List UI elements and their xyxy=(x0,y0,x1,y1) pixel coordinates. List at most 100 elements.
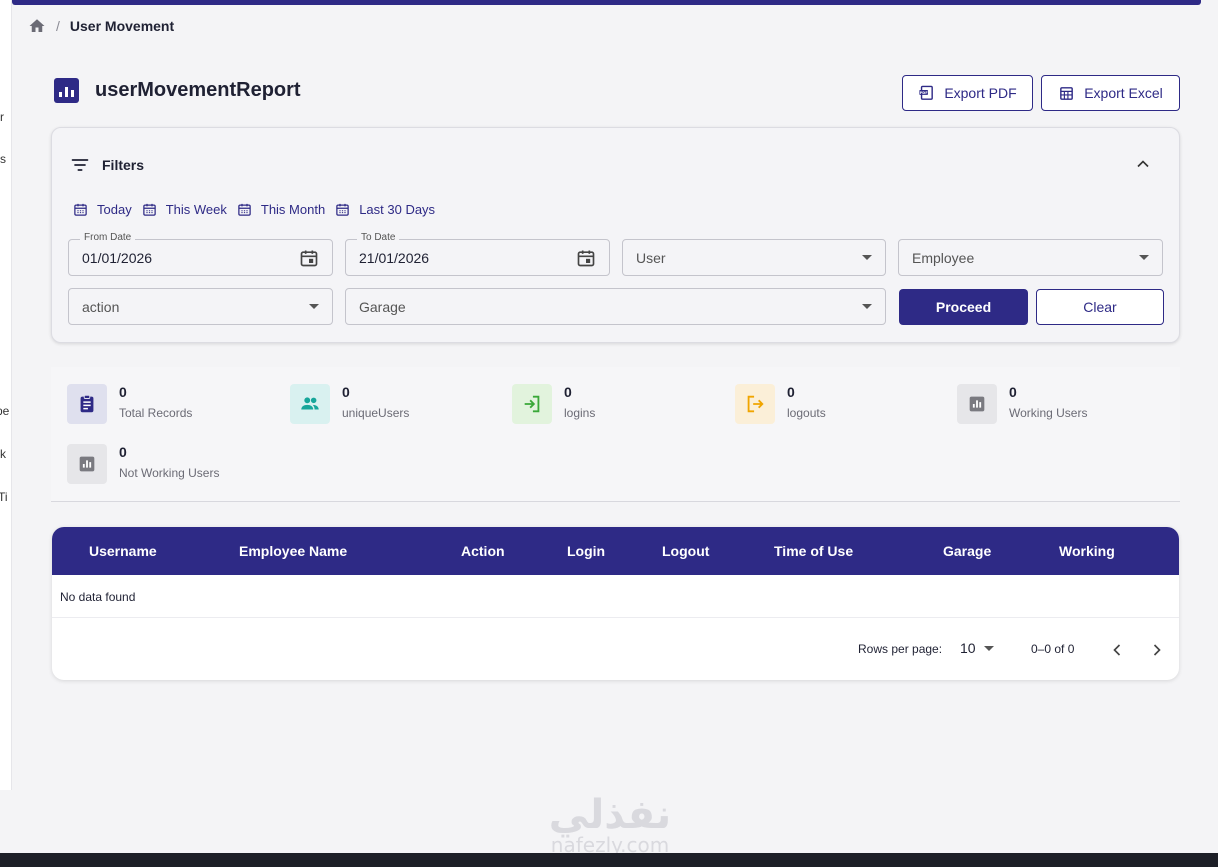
employee-select-placeholder: Employee xyxy=(912,249,975,266)
quick-range-label: Today xyxy=(97,202,132,217)
filters-title: Filters xyxy=(102,157,145,173)
empty-state-text: No data found xyxy=(60,590,136,604)
movement-table: Username Employee Name Action Login Logo… xyxy=(52,527,1179,680)
column-header-time-of-use[interactable]: Time of Use xyxy=(774,543,853,559)
sidebar-fragment[interactable]: rk xyxy=(0,447,6,461)
sidebar-fragment[interactable]: r xyxy=(0,110,4,124)
stat-total-records: 0 Total Records xyxy=(67,384,192,424)
quick-range-label: This Week xyxy=(165,202,227,217)
report-chart-icon xyxy=(54,78,79,103)
from-date-label: From Date xyxy=(80,232,136,243)
stat-working-users: 0 Working Users xyxy=(957,384,1087,424)
action-select-placeholder: action xyxy=(82,298,120,315)
sidebar-fragment[interactable]: pe xyxy=(0,404,9,418)
column-header-employee-name[interactable]: Employee Name xyxy=(239,543,347,559)
clipboard-icon xyxy=(67,384,107,424)
pdf-file-icon: PDF xyxy=(919,85,934,100)
chevron-right-icon[interactable] xyxy=(1147,640,1167,660)
rows-per-page-select[interactable]: 10 xyxy=(960,640,994,656)
column-header-garage[interactable]: Garage xyxy=(943,543,991,559)
quick-range-label: This Month xyxy=(260,202,326,217)
table-divider xyxy=(52,617,1179,618)
quick-range-label: Last 30 Days xyxy=(359,202,436,217)
logout-icon xyxy=(735,384,775,424)
quick-date-ranges: Today This Week This Month Last 30 Days xyxy=(73,202,435,217)
dropdown-arrow-icon xyxy=(862,304,872,309)
stat-value: 0 xyxy=(1009,384,1017,400)
stat-value: 0 xyxy=(119,384,127,400)
to-date-value: 21/01/2026 xyxy=(359,249,430,266)
stat-label: logins xyxy=(564,406,596,420)
calendar-icon xyxy=(238,203,251,216)
stat-not-working-users: 0 Not Working Users xyxy=(67,444,219,484)
top-accent-bar xyxy=(12,0,1201,5)
stat-label: logouts xyxy=(787,406,826,420)
stat-label: uniqueUsers xyxy=(342,406,410,420)
breadcrumb-current: User Movement xyxy=(69,18,175,34)
quick-range-today[interactable]: Today xyxy=(73,202,132,217)
dropdown-arrow-icon xyxy=(983,645,994,651)
calendar-icon xyxy=(336,203,349,216)
login-icon xyxy=(512,384,552,424)
calendar-icon xyxy=(74,203,87,216)
column-header-action[interactable]: Action xyxy=(461,543,505,559)
sidebar-fragment[interactable]: s xyxy=(0,152,6,166)
to-date-label: To Date xyxy=(357,232,400,243)
stat-logouts: 0 logouts xyxy=(735,384,826,424)
calendar-icon[interactable] xyxy=(576,248,596,268)
stat-unique-users: 0 uniqueUsers xyxy=(290,384,409,424)
export-excel-button[interactable]: Export Excel xyxy=(1041,75,1180,111)
column-header-username[interactable]: Username xyxy=(89,543,157,559)
bar-chart-icon xyxy=(957,384,997,424)
filters-panel: Filters Today This Week This Month Last … xyxy=(51,127,1180,343)
pagination-range: 0–0 of 0 xyxy=(1031,642,1075,656)
garage-select[interactable]: Garage xyxy=(345,288,886,325)
table-header: Username Employee Name Action Login Logo… xyxy=(52,527,1179,575)
user-select-placeholder: User xyxy=(636,249,666,266)
sidebar-fragment[interactable]: Ti xyxy=(0,490,8,504)
calendar-icon[interactable] xyxy=(299,248,319,268)
stat-logins: 0 logins xyxy=(512,384,595,424)
calendar-icon xyxy=(142,203,156,216)
action-select[interactable]: action xyxy=(68,288,333,325)
to-date-field[interactable]: To Date 21/01/2026 xyxy=(345,232,610,276)
stat-value: 0 xyxy=(787,384,795,400)
filters-header[interactable]: Filters xyxy=(70,155,144,175)
stat-label: Total Records xyxy=(119,406,193,420)
column-header-logout[interactable]: Logout xyxy=(662,543,709,559)
svg-text:PDF: PDF xyxy=(920,90,929,94)
from-date-field[interactable]: From Date 01/01/2026 xyxy=(68,232,333,276)
stat-value: 0 xyxy=(342,384,350,400)
rows-per-page-label: Rows per page: xyxy=(858,642,943,656)
quick-range-last-30-days[interactable]: Last 30 Days xyxy=(335,202,435,217)
dropdown-arrow-icon xyxy=(1139,255,1149,260)
dropdown-arrow-icon xyxy=(862,255,872,260)
export-excel-label: Export Excel xyxy=(1084,85,1163,101)
watermark: نفذلي nafezly.com xyxy=(530,790,690,856)
chevron-up-icon[interactable] xyxy=(1133,154,1153,174)
spreadsheet-icon xyxy=(1060,86,1074,100)
page-header: userMovementReport xyxy=(54,78,301,103)
filter-list-icon xyxy=(71,159,89,171)
export-pdf-button[interactable]: PDF Export PDF xyxy=(902,75,1033,111)
export-pdf-label: Export PDF xyxy=(944,85,1017,101)
stat-label: Not Working Users xyxy=(119,466,220,480)
breadcrumb: / User Movement xyxy=(28,17,174,35)
stat-label: Working Users xyxy=(1009,406,1088,420)
rows-per-page-value: 10 xyxy=(960,640,976,656)
column-header-login[interactable]: Login xyxy=(567,543,605,559)
quick-range-this-month[interactable]: This Month xyxy=(237,202,325,217)
page-title: userMovementReport xyxy=(95,79,301,101)
home-icon[interactable] xyxy=(28,17,46,35)
os-taskbar xyxy=(0,853,1218,867)
dropdown-arrow-icon xyxy=(309,304,319,309)
table-pagination: Rows per page: 10 0–0 of 0 xyxy=(52,640,1179,660)
quick-range-this-week[interactable]: This Week xyxy=(142,202,227,217)
user-select[interactable]: User xyxy=(622,239,886,276)
stats-panel: 0 Total Records 0 uniqueUsers 0 logins 0… xyxy=(51,367,1180,502)
proceed-button[interactable]: Proceed xyxy=(899,289,1028,325)
employee-select[interactable]: Employee xyxy=(898,239,1163,276)
chevron-left-icon[interactable] xyxy=(1107,640,1127,660)
clear-button[interactable]: Clear xyxy=(1036,289,1164,325)
column-header-working[interactable]: Working xyxy=(1059,543,1115,559)
